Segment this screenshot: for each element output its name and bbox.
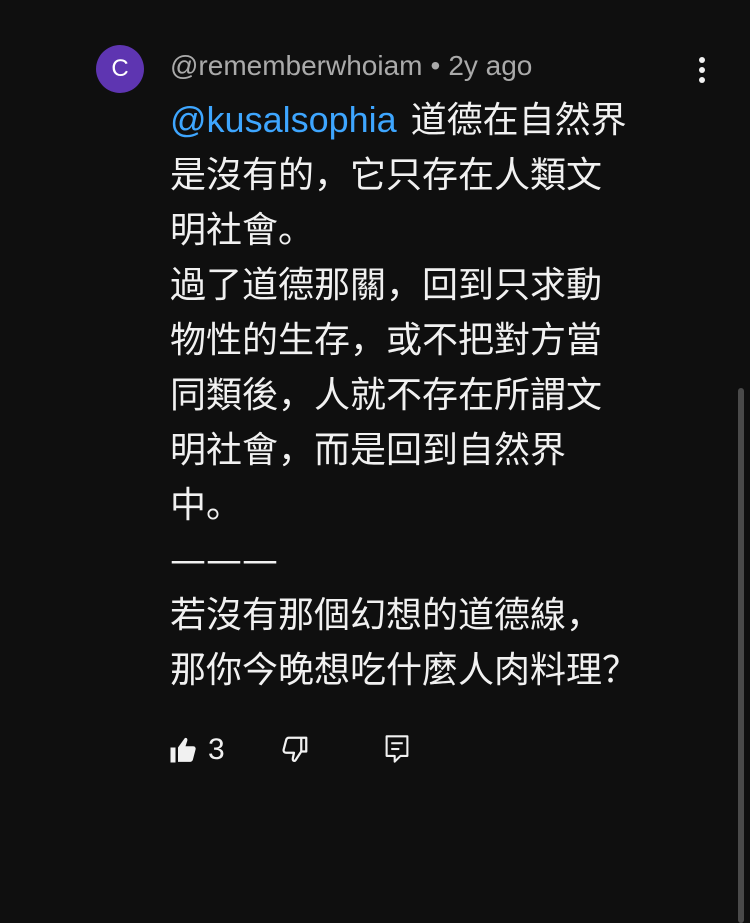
comment: C @rememberwhoiam • 2y ago @kusalsophia 道德在… [0,0,750,923]
mention-link[interactable]: @kusalsophia [170,99,397,140]
like-button[interactable]: 3 [168,730,225,770]
comment-text-line: 若沒有那個幻想的道德線， [170,595,603,636]
scrollbar[interactable] [738,388,744,923]
comment-text-line: 明社會，而是回到自然界 [170,430,567,471]
reply-comment-icon [385,735,409,763]
thumb-down-icon [282,736,308,762]
comment-line-first: @kusalsophia 道德在自然界 [170,92,710,148]
timestamp: 2y ago [448,50,533,81]
comment-divider-line: ——— [170,540,278,581]
comment-text-line: 明社會。 [170,210,315,251]
avatar[interactable]: C [96,45,144,93]
more-vert-icon [699,57,705,83]
thumb-up-icon [170,737,196,763]
comment-actions: 3 [168,730,428,770]
more-options-button[interactable] [690,52,714,88]
reply-button[interactable] [383,734,411,768]
dislike-button[interactable] [280,734,310,768]
comment-body: @kusalsophia 道德在自然界 是沒有的，它只存在人類文 明社會。 過了道… [170,92,710,698]
separator-dot: • [430,50,441,81]
comment-header: @rememberwhoiam • 2y ago [170,46,532,86]
author-name[interactable]: @rememberwhoiam [170,50,423,81]
avatar-letter: C [111,55,129,82]
comment-text-line: 過了道德那關，回到只求動 [170,265,603,306]
comment-text-line: 那你今晚想吃什麼人肉料理？ [170,650,639,691]
comment-text-line: 道德在自然界 [410,100,627,141]
comment-text-line: 中。 [170,485,243,526]
comment-text-line: 同類後，人就不存在所謂文 [170,375,603,416]
comment-text-line: 物性的生存，或不把對方當 [170,320,603,361]
like-count: 3 [208,733,225,766]
comment-text-line: 是沒有的，它只存在人類文 [170,155,603,196]
